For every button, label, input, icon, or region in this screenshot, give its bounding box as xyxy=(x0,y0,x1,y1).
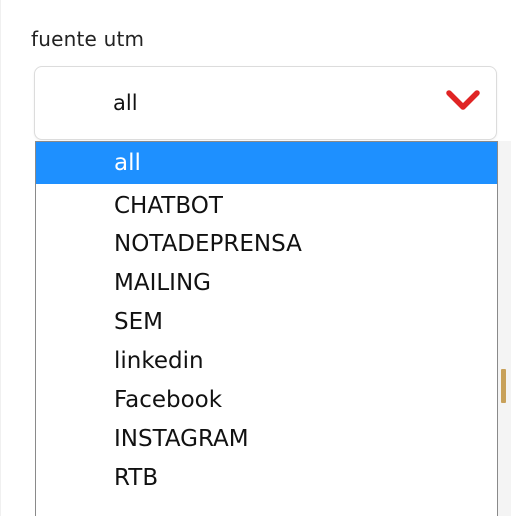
option-sem[interactable]: SEM xyxy=(36,303,497,342)
option-all[interactable]: all xyxy=(36,142,497,184)
background-marker xyxy=(501,369,506,403)
background-page-edge xyxy=(498,141,511,516)
option-linkedin[interactable]: linkedin xyxy=(36,342,497,381)
select-current-value: all xyxy=(113,91,138,115)
option-rtb[interactable]: RTB xyxy=(36,459,497,498)
dropdown-options-list: all CHATBOT NOTADEPRENSA MAILING SEM lin… xyxy=(35,141,498,516)
option-mailing[interactable]: MAILING xyxy=(36,264,497,303)
option-chatbot[interactable]: CHATBOT xyxy=(36,187,497,226)
filter-panel: fuente utm all all CHATBOT NOTADEPRENSA … xyxy=(0,0,511,516)
option-instagram[interactable]: INSTAGRAM xyxy=(36,420,497,459)
option-notadeprensa[interactable]: NOTADEPRENSA xyxy=(36,225,497,264)
field-label-fuente-utm: fuente utm xyxy=(31,27,145,51)
chevron-down-icon[interactable] xyxy=(444,85,482,115)
fuente-utm-select[interactable]: all xyxy=(34,66,497,140)
option-facebook[interactable]: Facebook xyxy=(36,381,497,420)
